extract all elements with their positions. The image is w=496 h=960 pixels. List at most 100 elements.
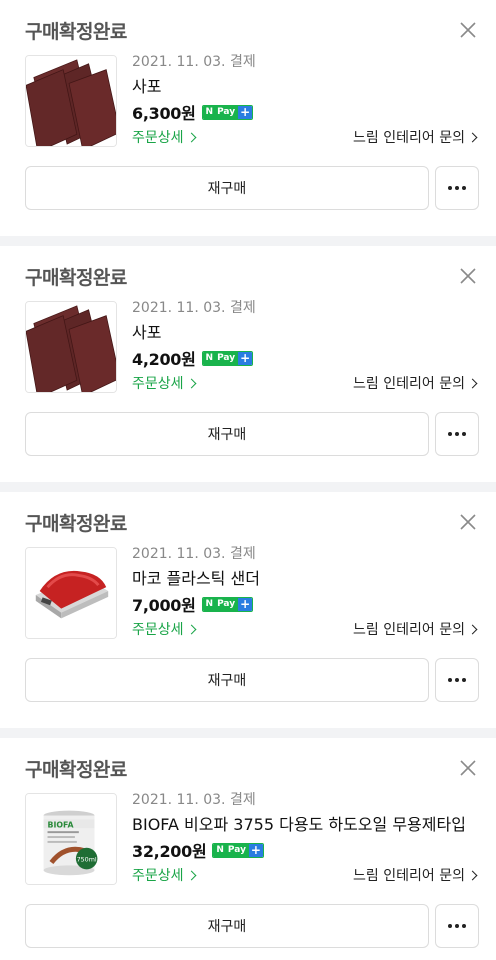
chevron-right-icon [186,132,196,142]
order-status: 구매확정완료 [25,513,127,535]
price-row: 6,300원 N Pay + [132,101,478,123]
chevron-right-icon [467,378,478,388]
product-name[interactable]: 사포 [132,76,478,98]
product-thumbnail[interactable] [25,301,117,393]
more-dot [462,678,466,682]
product-price: 4,200원 [132,350,196,369]
more-options-button[interactable] [435,904,479,948]
more-options-button[interactable] [435,412,479,456]
product-thumbnail[interactable] [25,547,117,639]
order-status: 구매확정완료 [25,21,127,43]
order-detail-label: 주문상세 [132,622,184,638]
more-dot [455,186,459,190]
seller-inquiry-label: 느림 인테리어 문의 [353,868,465,884]
more-dot [448,186,452,190]
links-row: 주문상세 느림 인테리어 문의 [132,618,478,640]
order-detail-label: 주문상세 [132,376,184,392]
rebuy-button[interactable]: 재구매 [25,412,429,456]
npay-plus: + [238,596,253,611]
chevron-right-icon [467,870,478,880]
order-detail-link[interactable]: 주문상세 [132,127,197,147]
order-info: 2021. 11. 03. 결제 사포 6,300원 N Pay + 주문상세 느림… [132,52,478,148]
npay-pay: Pay [216,597,239,611]
product-thumbnail[interactable]: BIOFA 750ml [25,793,117,885]
more-dot [462,186,466,190]
more-options-button[interactable] [435,658,479,702]
more-dot [448,924,452,928]
npay-pay: Pay [216,105,239,119]
payment-date: 2021. 11. 03. 결제 [132,546,256,562]
more-options-button[interactable] [435,166,479,210]
seller-inquiry-link[interactable]: 느림 인테리어 문의 [353,373,478,393]
more-dot [455,924,459,928]
npay-n: N [202,105,217,119]
npay-n: N [202,351,217,365]
links-row: 주문상세 느림 인테리어 문의 [132,126,478,148]
oil-can-image: BIOFA 750ml [26,794,116,884]
more-dot [455,678,459,682]
npay-plus-badge: N Pay + [201,350,254,366]
price-row: 4,200원 N Pay + [132,347,478,369]
npay-pay: Pay [226,843,249,857]
order-card: 구매확정완료 2021. 11. 03. 결제 사포 6,300원 N Pay + [0,0,496,236]
order-detail-label: 주문상세 [132,868,184,884]
chevron-right-icon [186,624,196,634]
chevron-right-icon [186,378,196,388]
order-status: 구매확정완료 [25,759,127,781]
order-info: 2021. 11. 03. 결제 BIOFA 비오파 3755 다용도 하도오일… [132,790,478,886]
order-detail-link[interactable]: 주문상세 [132,865,197,885]
product-price: 7,000원 [132,596,196,615]
seller-inquiry-link[interactable]: 느림 인테리어 문의 [353,865,478,885]
seller-inquiry-label: 느림 인테리어 문의 [353,622,465,638]
links-row: 주문상세 느림 인테리어 문의 [132,372,478,394]
npay-plus-badge: N Pay + [212,842,264,858]
order-status: 구매확정완료 [25,267,127,289]
links-row: 주문상세 느림 인테리어 문의 [132,864,478,886]
npay-n: N [213,843,227,857]
close-icon[interactable] [456,264,480,288]
payment-date: 2021. 11. 03. 결제 [132,792,256,808]
sandpaper-image [26,56,116,146]
order-detail-link[interactable]: 주문상세 [132,619,197,639]
payment-date: 2021. 11. 03. 결제 [132,54,256,70]
npay-plus-badge: N Pay + [201,104,254,120]
product-thumbnail[interactable] [25,55,117,147]
rebuy-button[interactable]: 재구매 [25,658,429,702]
product-name[interactable]: BIOFA 비오파 3755 다용도 하도오일 무용제타입 [132,814,478,836]
order-list: 구매확정완료 2021. 11. 03. 결제 사포 6,300원 N Pay + [0,0,496,960]
seller-inquiry-label: 느림 인테리어 문의 [353,130,465,146]
close-icon[interactable] [456,18,480,42]
can-brand-text: BIOFA [48,820,75,829]
more-dot [462,432,466,436]
close-icon[interactable] [456,510,480,534]
chevron-right-icon [186,870,196,880]
order-card: 구매확정완료 BIOFA 750ml 2021. 11. 03. 결제 BIOF… [0,738,496,960]
seller-inquiry-link[interactable]: 느림 인테리어 문의 [353,619,478,639]
order-card: 구매확정완료 2021. 11. 03. 결제 마코 플라스틱 샌더 7,000… [0,492,496,728]
product-name[interactable]: 사포 [132,322,478,344]
close-icon[interactable] [456,756,480,780]
product-name[interactable]: 마코 플라스틱 샌더 [132,568,478,590]
more-dot [448,432,452,436]
npay-n: N [202,597,217,611]
product-price: 32,200원 [132,842,207,861]
npay-pay: Pay [216,351,239,365]
chevron-right-icon [467,624,478,634]
can-volume-text: 750ml [77,857,97,864]
order-info: 2021. 11. 03. 결제 사포 4,200원 N Pay + 주문상세 느림… [132,298,478,394]
order-detail-link[interactable]: 주문상세 [132,373,197,393]
rebuy-button[interactable]: 재구매 [25,166,429,210]
npay-plus: + [238,350,253,365]
price-row: 7,000원 N Pay + [132,593,478,615]
npay-plus-badge: N Pay + [201,596,254,612]
rebuy-button[interactable]: 재구매 [25,904,429,948]
order-info: 2021. 11. 03. 결제 마코 플라스틱 샌더 7,000원 N Pay +… [132,544,478,640]
npay-plus: + [248,842,263,857]
payment-date: 2021. 11. 03. 결제 [132,300,256,316]
price-row: 32,200원 N Pay + [132,839,478,861]
order-card: 구매확정완료 2021. 11. 03. 결제 사포 4,200원 N Pay + [0,246,496,482]
more-dot [455,432,459,436]
product-price: 6,300원 [132,104,196,123]
more-dot [448,678,452,682]
seller-inquiry-link[interactable]: 느림 인테리어 문의 [353,127,478,147]
